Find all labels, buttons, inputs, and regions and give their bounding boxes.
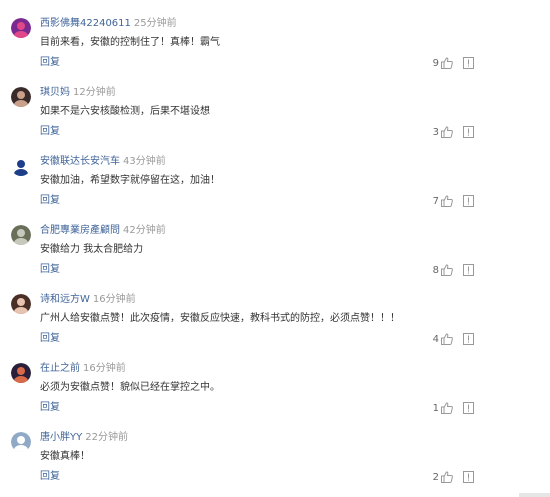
- like-count: 3: [432, 126, 439, 138]
- comment-text: 如果不是六安核酸检测，后果不堪设想: [40, 106, 210, 117]
- comment-time: 12分钟前: [73, 87, 116, 98]
- user-avatar[interactable]: [11, 432, 31, 452]
- comment-list: 西影佛舞42240611 25分钟前目前来看，安徽的控制住了！真棒！霸气 回复 9 琪贝…: [0, 10, 550, 493]
- comment-text: 广州人给安徽点赞！此次疫情，安徽反应快速，教科书式的防控，必须点赞！！！: [40, 313, 400, 324]
- report-icon[interactable]: [463, 57, 474, 69]
- comment-time: 16分钟前: [83, 363, 126, 374]
- user-avatar[interactable]: [11, 87, 31, 107]
- comment-username[interactable]: 西影佛舞42240611: [40, 18, 131, 29]
- comment-item: 合肥專業房產顧問 42分钟前 安徽给力 我太合肥给力 回复 8: [0, 217, 550, 286]
- thumbs-up-icon[interactable]: [441, 57, 453, 69]
- user-avatar[interactable]: [11, 225, 31, 245]
- comment-item: 安徽联达长安汽车 43分钟前安徽加油，希望数字就停留在这，加油！ 回复 7: [0, 148, 550, 217]
- report-icon[interactable]: [463, 333, 474, 345]
- comment-item: 西影佛舞42240611 25分钟前目前来看，安徽的控制住了！真棒！霸气 回复 9: [0, 10, 550, 79]
- user-avatar[interactable]: [11, 156, 31, 176]
- reply-link[interactable]: 回复: [40, 263, 60, 277]
- comment-text: 必须为安徽点赞！貌似已经在掌控之中。: [40, 382, 220, 393]
- comment-text: 安徽真棒！: [40, 451, 90, 462]
- reply-link[interactable]: 回复: [40, 56, 60, 70]
- comment-actions: 9: [433, 55, 474, 71]
- comment-meta: 在止之前 16分钟前: [40, 362, 126, 376]
- reply-link[interactable]: 回复: [40, 401, 60, 415]
- comment-username[interactable]: 在止之前: [40, 363, 80, 374]
- comment-time: 16分钟前: [92, 294, 136, 305]
- comment-username[interactable]: 诗和远方W: [40, 294, 90, 305]
- comment-meta: 唐小胖YY 22分钟前: [40, 431, 128, 445]
- comment-meta: 合肥專業房產顧問 42分钟前: [40, 224, 166, 238]
- comment-time: 42分钟前: [123, 225, 166, 236]
- comment-time: 22分钟前: [85, 432, 128, 443]
- comment-actions: 2: [433, 469, 474, 485]
- comment-text: 目前来看，安徽的控制住了！真棒！霸气: [40, 37, 220, 48]
- comment-item: 琪贝妈 12分钟前如果不是六安核酸检测，后果不堪设想 回复 3: [0, 79, 550, 148]
- report-icon[interactable]: [463, 195, 474, 207]
- report-icon[interactable]: [463, 402, 474, 414]
- user-avatar[interactable]: [11, 18, 31, 38]
- comment-text: 安徽加油，希望数字就停留在这，加油！: [40, 175, 220, 186]
- scroll-indicator: [519, 493, 550, 497]
- comment-actions: 3: [433, 124, 474, 140]
- like-count: 8: [432, 264, 439, 276]
- reply-link[interactable]: 回复: [40, 125, 60, 139]
- thumbs-up-icon[interactable]: [441, 333, 453, 345]
- report-icon[interactable]: [463, 126, 474, 138]
- like-count: 9: [432, 57, 439, 69]
- comment-actions: 8: [433, 262, 474, 278]
- comment-meta: 安徽联达长安汽车 43分钟前: [40, 155, 166, 169]
- comment-item: 唐小胖YY 22分钟前 安徽真棒！ 回复 2: [0, 424, 550, 493]
- comment-text: 安徽给力 我太合肥给力: [40, 244, 144, 255]
- comment-username[interactable]: 合肥專業房產顧問: [40, 225, 120, 236]
- reply-link[interactable]: 回复: [40, 194, 60, 208]
- user-avatar[interactable]: [11, 294, 31, 314]
- thumbs-up-icon[interactable]: [441, 402, 453, 414]
- user-avatar[interactable]: [11, 363, 31, 383]
- comment-item: 在止之前 16分钟前必须为安徽点赞！貌似已经在掌控之中。 回复 1: [0, 355, 550, 424]
- comment-username[interactable]: 安徽联达长安汽车: [40, 156, 120, 167]
- comment-actions: 7: [433, 193, 474, 209]
- report-icon[interactable]: [463, 471, 474, 483]
- comment-time: 43分钟前: [123, 156, 166, 167]
- comment-meta: 西影佛舞42240611 25分钟前: [40, 17, 177, 31]
- thumbs-up-icon[interactable]: [441, 195, 453, 207]
- comment-username[interactable]: 唐小胖YY: [40, 432, 82, 443]
- comment-actions: 4: [433, 331, 474, 347]
- comment-item: 诗和远方W 16分钟前广州人给安徽点赞！此次疫情，安徽反应快速，教科书式的防控，必…: [0, 286, 550, 355]
- like-count: 1: [432, 402, 439, 414]
- reply-link[interactable]: 回复: [40, 470, 60, 484]
- report-icon[interactable]: [463, 264, 474, 276]
- reply-link[interactable]: 回复: [40, 332, 60, 346]
- like-count: 2: [432, 471, 439, 483]
- comment-meta: 琪贝妈 12分钟前: [40, 86, 116, 100]
- thumbs-up-icon[interactable]: [441, 264, 453, 276]
- like-count: 4: [432, 333, 439, 345]
- thumbs-up-icon[interactable]: [441, 471, 453, 483]
- comment-username[interactable]: 琪贝妈: [40, 87, 70, 98]
- like-count: 7: [432, 195, 439, 207]
- comment-time: 25分钟前: [133, 18, 177, 29]
- comment-actions: 1: [433, 400, 474, 416]
- comment-meta: 诗和远方W 16分钟前: [40, 293, 136, 307]
- thumbs-up-icon[interactable]: [441, 126, 453, 138]
